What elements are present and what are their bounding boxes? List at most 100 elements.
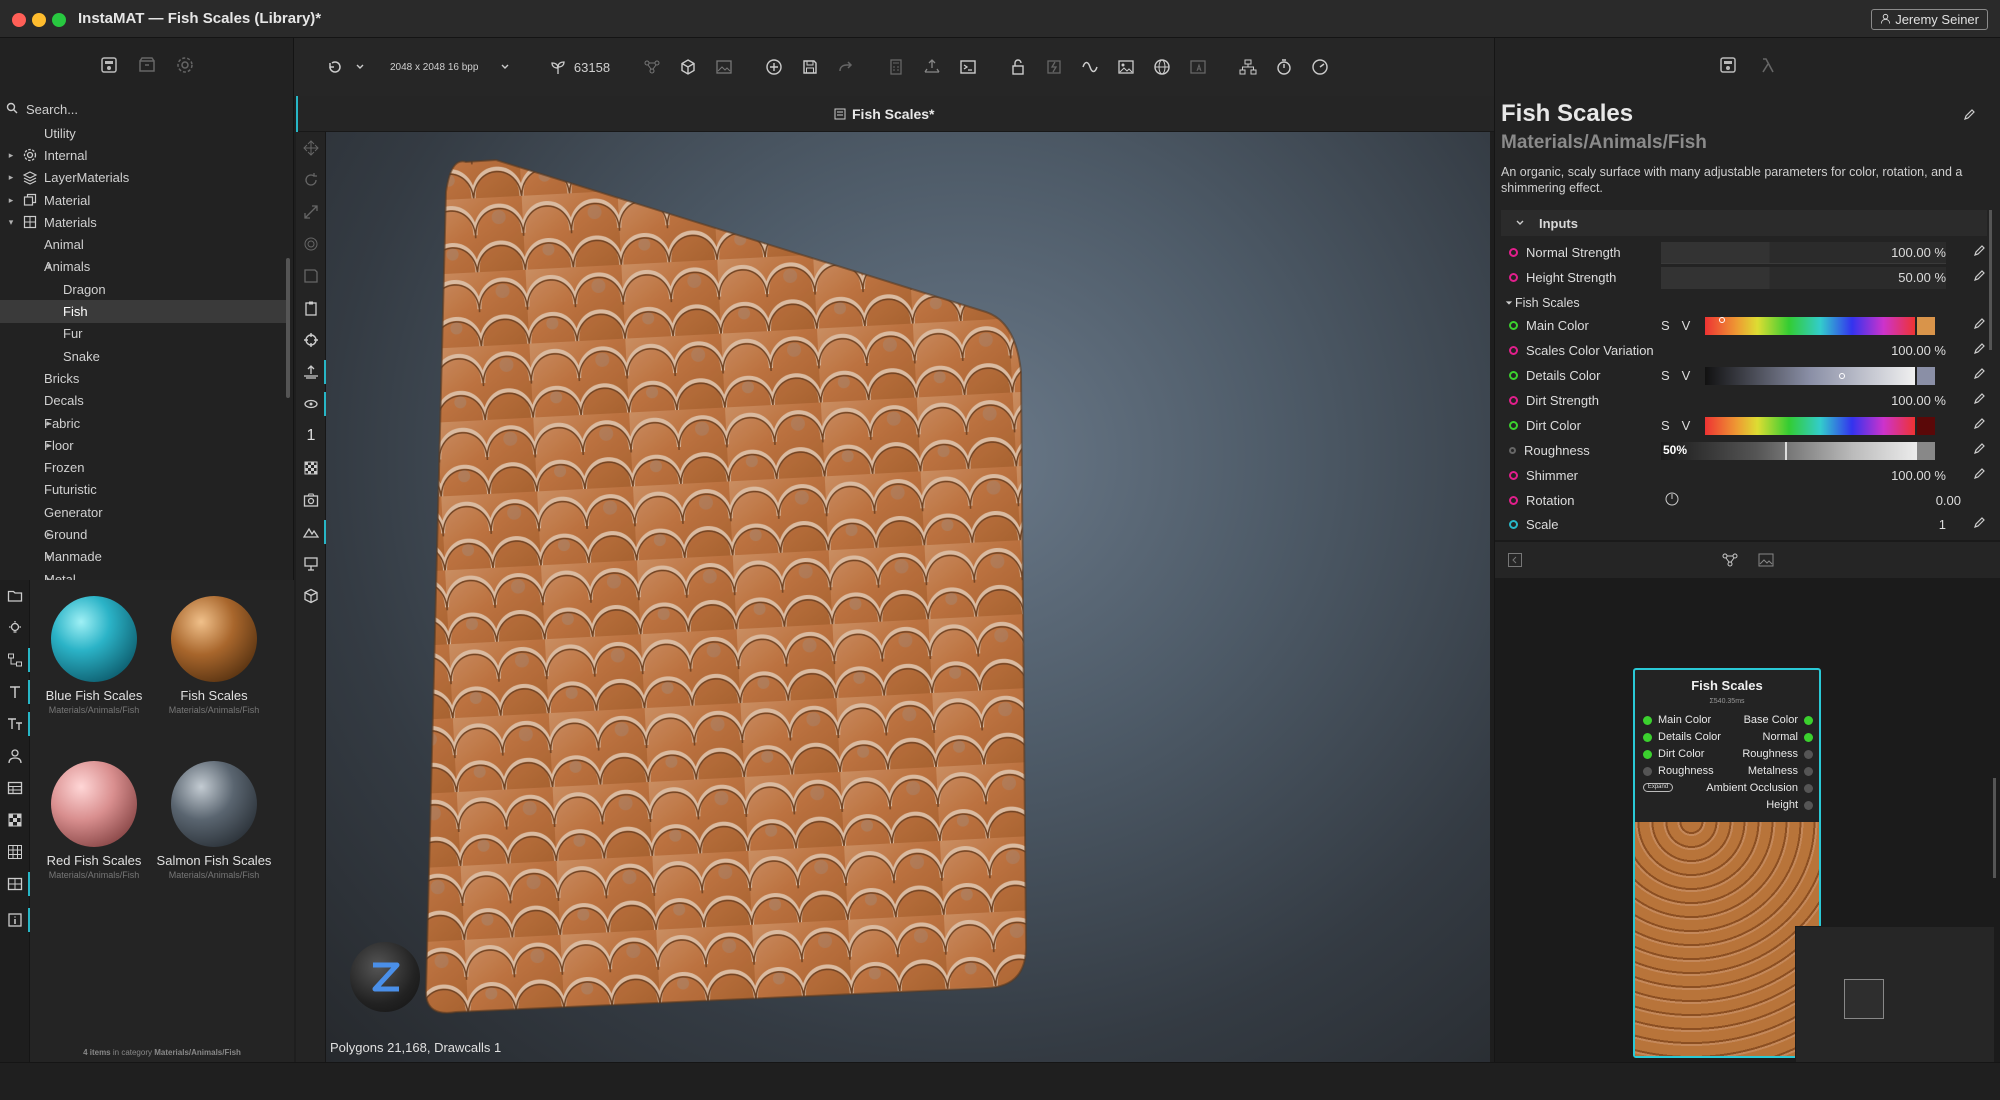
collapse-panel-icon[interactable] (1507, 552, 1523, 573)
tree-item[interactable]: Animal (0, 233, 286, 255)
edit-pencil-icon[interactable] (1973, 468, 1985, 483)
tree-item[interactable]: Fur (0, 323, 286, 345)
tree-item[interactable]: ▾ Materials (0, 211, 286, 233)
checkerboard-icon[interactable] (296, 452, 326, 484)
undo-icon[interactable] (316, 51, 352, 83)
fish-scales-group-header[interactable]: Fish Scales (1501, 290, 1987, 315)
curve-icon[interactable] (1072, 51, 1108, 83)
scales-color-variation-slider[interactable]: 100.00 % (1661, 340, 1946, 362)
view-cube-z-icon[interactable] (350, 942, 420, 1012)
expand-button[interactable]: Expand (1643, 783, 1673, 792)
hierarchy-icon[interactable] (0, 644, 30, 676)
color-swatch[interactable] (1917, 416, 1935, 435)
tree-item[interactable]: Futuristic (0, 479, 286, 501)
uv-channel-number[interactable]: 1 (296, 420, 326, 452)
edit-pencil-icon[interactable] (1973, 516, 1985, 532)
material-card[interactable]: Salmon Fish Scales Materials/Animals/Fis… (154, 761, 274, 880)
tree-item[interactable]: Bricks (0, 367, 286, 389)
rotation-field[interactable]: 0.00 (1661, 490, 1961, 512)
chevron-right-icon[interactable]: ▸ (6, 172, 16, 183)
rotate-icon[interactable] (296, 164, 326, 196)
roughness-slider[interactable]: 50% (1661, 441, 1935, 460)
edit-pencil-icon[interactable] (1963, 108, 1975, 126)
output-port[interactable]: Normal (1763, 731, 1813, 743)
material-card[interactable]: Red Fish Scales Materials/Animals/Fish (34, 761, 154, 880)
library-search[interactable]: Search... (0, 96, 294, 122)
tree-item[interactable]: Frozen (0, 456, 286, 478)
hue-gradient-slider[interactable] (1705, 416, 1915, 435)
lambda-icon[interactable] (1759, 56, 1777, 79)
material-card[interactable]: Blue Fish Scales Materials/Animals/Fish (34, 596, 154, 715)
input-port[interactable]: Main Color (1643, 714, 1711, 726)
flash-icon[interactable] (1036, 51, 1072, 83)
shimmer-slider[interactable]: 100.00 % (1661, 465, 1946, 487)
checker-icon[interactable] (0, 804, 30, 836)
resolution-dropdown[interactable]: 2048 x 2048 16 bpp (380, 51, 520, 83)
export-icon[interactable] (914, 51, 950, 83)
crosshair-icon[interactable] (296, 324, 326, 356)
output-port[interactable]: Metalness (1748, 765, 1813, 777)
calculator-icon[interactable] (878, 51, 914, 83)
grid-icon[interactable] (0, 836, 30, 868)
tree-item[interactable]: ▸ Ground (0, 523, 286, 545)
add-circle-icon[interactable] (756, 51, 792, 83)
redo-arrow-icon[interactable] (828, 51, 864, 83)
scale-icon[interactable] (296, 196, 326, 228)
eye-rotate-icon[interactable] (296, 388, 326, 420)
input-port[interactable]: Dirt Color (1643, 748, 1704, 760)
edit-pencil-icon[interactable] (1973, 270, 1985, 285)
normal-strength-slider[interactable]: 100.00 % (1661, 241, 1946, 264)
library-icon[interactable] (100, 56, 118, 79)
terrain-icon[interactable] (296, 516, 326, 548)
sv-toggles[interactable]: SV (1661, 418, 1690, 433)
presentation-icon[interactable] (296, 548, 326, 580)
color-swatch[interactable] (1917, 366, 1935, 385)
tree-item[interactable]: ▸ LayerMaterials (0, 167, 286, 189)
output-port[interactable]: Height (1766, 799, 1813, 811)
chevron-right-icon[interactable]: ▸ (6, 150, 16, 161)
tree-item[interactable]: ▸ Material (0, 189, 286, 211)
gauge-icon[interactable] (1302, 51, 1338, 83)
tree-item[interactable]: ▾ Animals (0, 256, 286, 278)
move-icon[interactable] (296, 132, 326, 164)
picture-icon[interactable] (1108, 51, 1144, 83)
table-icon[interactable] (0, 772, 30, 804)
lightbulb-icon[interactable] (0, 612, 30, 644)
inputs-section-header[interactable]: Inputs (1501, 210, 1987, 236)
cube-icon[interactable] (670, 51, 706, 83)
tree-item[interactable]: Dragon (0, 278, 286, 300)
package-icon[interactable] (138, 56, 156, 79)
tree-scrollbar[interactable] (286, 258, 290, 398)
fish-scales-node[interactable]: Fish Scales Σ540.35ms Main Color Details… (1633, 668, 1821, 1058)
edit-pencil-icon[interactable] (1973, 318, 1985, 333)
tree-item[interactable]: Utility (0, 122, 286, 144)
info-icon[interactable] (0, 904, 30, 936)
maximize-window-button[interactable] (52, 13, 66, 27)
save-view-icon[interactable] (296, 260, 326, 292)
terminal-icon[interactable] (950, 51, 986, 83)
image-view-icon[interactable] (1757, 551, 1775, 574)
settings-gear-icon[interactable] (176, 56, 194, 79)
close-window-button[interactable] (12, 13, 26, 27)
tree-item[interactable]: ▸ Manmade (0, 546, 286, 568)
edit-pencil-icon[interactable] (1973, 393, 1985, 408)
tree-item[interactable]: ▸ Internal (0, 144, 286, 166)
hue-gradient-slider[interactable] (1705, 316, 1915, 335)
edit-pencil-icon[interactable] (1973, 368, 1985, 383)
material-card[interactable]: Fish Scales Materials/Animals/Fish (154, 596, 274, 715)
folder-icon[interactable] (0, 580, 30, 612)
output-port[interactable]: Ambient Occlusion (1706, 782, 1813, 794)
ground-plane-icon[interactable] (296, 356, 326, 388)
tree-item[interactable]: ▸ Floor (0, 434, 286, 456)
color-swatch[interactable] (1917, 316, 1935, 335)
sv-toggles[interactable]: SV (1661, 368, 1690, 383)
target-icon[interactable] (296, 228, 326, 260)
output-port[interactable]: Roughness (1742, 748, 1813, 760)
stopwatch-icon[interactable] (1266, 51, 1302, 83)
dirt-strength-slider[interactable]: 100.00 % (1661, 390, 1946, 412)
input-port[interactable]: Roughness (1643, 765, 1714, 777)
clipboard-icon[interactable] (296, 292, 326, 324)
node-graph-view-icon[interactable] (1721, 551, 1739, 574)
hierarchy-tree-icon[interactable] (1230, 51, 1266, 83)
3d-viewport[interactable] (326, 132, 1490, 1062)
